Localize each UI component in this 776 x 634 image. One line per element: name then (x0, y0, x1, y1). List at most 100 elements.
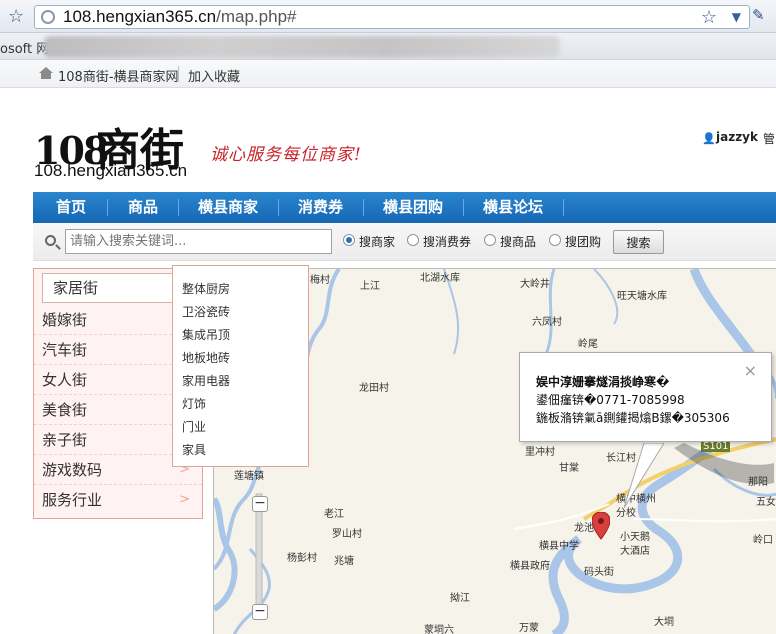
username-link[interactable]: jazzyk (716, 130, 758, 144)
submenu-item[interactable]: 集成吊顶 (182, 326, 230, 343)
nav-divider (278, 199, 279, 216)
map-place: 龙池 (574, 523, 594, 534)
map-place: 里冲村 (525, 447, 555, 458)
chevron-down-icon[interactable]: ▼ (732, 10, 741, 24)
info-address: 鍦板潃锛氭ā鍘鑵揭熻B鏍�305306 (536, 411, 730, 425)
radio-search-merchants[interactable] (343, 234, 355, 246)
user-icon: 👤 (702, 132, 716, 145)
nav-home[interactable]: 首页 (41, 192, 101, 223)
info-title: 娱中淳姗搴燧涓掞峥寒� (536, 375, 670, 389)
map-place: 老江 (324, 509, 344, 520)
map-place: 大垌 (654, 617, 674, 628)
map-place: 莲塘镇 (234, 471, 264, 482)
map-place: 龙田村 (359, 383, 389, 394)
radio-search-groupbuy[interactable] (549, 234, 561, 246)
category-label: 汽车街 (42, 341, 88, 359)
add-favorite-link[interactable]: 加入收藏 (188, 66, 240, 85)
close-icon[interactable]: × (744, 361, 757, 380)
map-place: 北湖水库 (420, 273, 460, 284)
submenu-item[interactable]: 灯饰 (182, 395, 206, 412)
zoom-handle-icon[interactable]: − (252, 496, 268, 512)
map-place: 横县政府 (510, 561, 550, 572)
map-place: 岭尾 (578, 339, 598, 350)
category-label: 服务行业 (42, 491, 103, 509)
address-bar[interactable]: 108.hengxian365.cn/map.php# ☆ ▼ (34, 5, 750, 29)
category-label: 美食街 (42, 401, 88, 419)
radio-search-coupons[interactable] (407, 234, 419, 246)
home-icon (39, 67, 53, 79)
nav-divider (463, 199, 464, 216)
map-place: 六凤村 (532, 317, 562, 328)
radio-search-products[interactable] (484, 234, 496, 246)
nav-products[interactable]: 商品 (113, 192, 173, 223)
search-bar: 搜商家 搜消费券 搜商品 搜团购 搜索 (33, 223, 776, 261)
radio-label: 搜团购 (565, 235, 602, 249)
submenu-item[interactable]: 门业 (182, 418, 206, 435)
bubble-pointer (624, 443, 774, 509)
submenu-item[interactable]: 整体厨房 (182, 280, 230, 297)
category-submenu: 整体厨房 卫浴瓷砖 集成吊顶 地板地砖 家用电器 灯饰 门业 家具 (172, 265, 309, 467)
category-label: 婚嫁街 (42, 311, 88, 329)
map-place: 兆塘 (334, 556, 354, 567)
radio-label: 搜消费券 (423, 235, 472, 249)
category-item[interactable]: 服务行业 > (34, 485, 202, 515)
nav-divider (563, 199, 564, 216)
submenu-item[interactable]: 地板地砖 (182, 349, 230, 366)
info-phone: 鍙佃瘽锛�0771-7085998 (536, 393, 685, 407)
browser-address-row: ☆ 108.hengxian365.cn/map.php# ☆ ▼ ✎ (0, 0, 776, 33)
search-input[interactable] (65, 229, 332, 254)
radio-label: 搜商家 (359, 235, 396, 249)
chevron-right-icon: > (179, 492, 190, 507)
nav-coupons[interactable]: 消费券 (283, 192, 358, 223)
slogan: 诚心服务每位商家! (210, 145, 362, 165)
main-nav: 首页 商品 横县商家 消费券 横县团购 横县论坛 (33, 192, 776, 223)
bookmark-item[interactable]: osoft 网 (0, 38, 49, 57)
map-marker-icon[interactable] (592, 512, 610, 540)
category-label: 游戏数码 (42, 461, 103, 479)
divider (178, 66, 179, 82)
globe-icon (41, 10, 55, 24)
bookmarks-bar: osoft 网 (0, 33, 776, 60)
favorite-site-link[interactable]: 108商街-横县商家网 (58, 66, 179, 85)
logo-domain: 108.hengxian365.cn (34, 161, 188, 180)
map-place: 罗山村 (332, 529, 362, 540)
search-icon (45, 235, 56, 246)
map-place: 岭口 (753, 535, 773, 546)
site-logo[interactable]: 108 商街 108.hengxian365.cn (34, 108, 204, 184)
category-label: 女人街 (42, 371, 88, 389)
nav-forum[interactable]: 横县论坛 (468, 192, 558, 223)
nav-divider (363, 199, 364, 216)
map-place: 小天鹅大酒店 (620, 532, 650, 557)
zoom-out-button[interactable]: − (252, 604, 268, 620)
map-place: 杨彭村 (287, 553, 317, 564)
submenu-item[interactable]: 卫浴瓷砖 (182, 303, 230, 320)
url-text[interactable]: 108.hengxian365.cn/map.php# (63, 7, 296, 27)
map-place: 拗江 (450, 593, 470, 604)
category-label: 亲子街 (42, 431, 88, 449)
nav-divider (107, 199, 108, 216)
radio-label: 搜商品 (500, 235, 537, 249)
map-place: 万蒙 (519, 623, 539, 634)
nav-merchants[interactable]: 横县商家 (183, 192, 273, 223)
search-button[interactable]: 搜索 (613, 230, 664, 254)
map-place: 梅村 (310, 275, 330, 286)
map-place: 上江 (360, 281, 380, 292)
map-place: 甘棠 (559, 463, 579, 474)
blurred-bookmarks (44, 36, 560, 58)
toolbar-icon[interactable]: ✎ (752, 6, 765, 24)
map-info-window: × 娱中淳姗搴燧涓掞峥寒� 鍙佃瘽锛�0771-7085998 鍦板潃锛氭ā鍘鑵… (519, 352, 772, 442)
nav-groupbuy[interactable]: 横县团购 (368, 192, 458, 223)
favorites-star-icon[interactable]: ☆ (8, 6, 24, 27)
map-place: 蒙垌六 (424, 625, 454, 634)
submenu-item[interactable]: 家用电器 (182, 372, 230, 389)
map-place: 横县中学 (539, 541, 579, 552)
map-place: 旺天塘水库 (617, 291, 667, 302)
category-home-furnishing[interactable]: 家居街 (42, 273, 180, 303)
bookmark-star-icon[interactable]: ☆ (701, 7, 717, 28)
map-place: 码头街 (584, 567, 614, 578)
favorites-bar: 108商街-横县商家网 加入收藏 (0, 60, 776, 88)
map-place: 大岭井 (520, 279, 550, 290)
manage-link[interactable]: 管 (763, 130, 775, 147)
nav-divider (178, 199, 179, 216)
submenu-item[interactable]: 家具 (182, 441, 206, 458)
